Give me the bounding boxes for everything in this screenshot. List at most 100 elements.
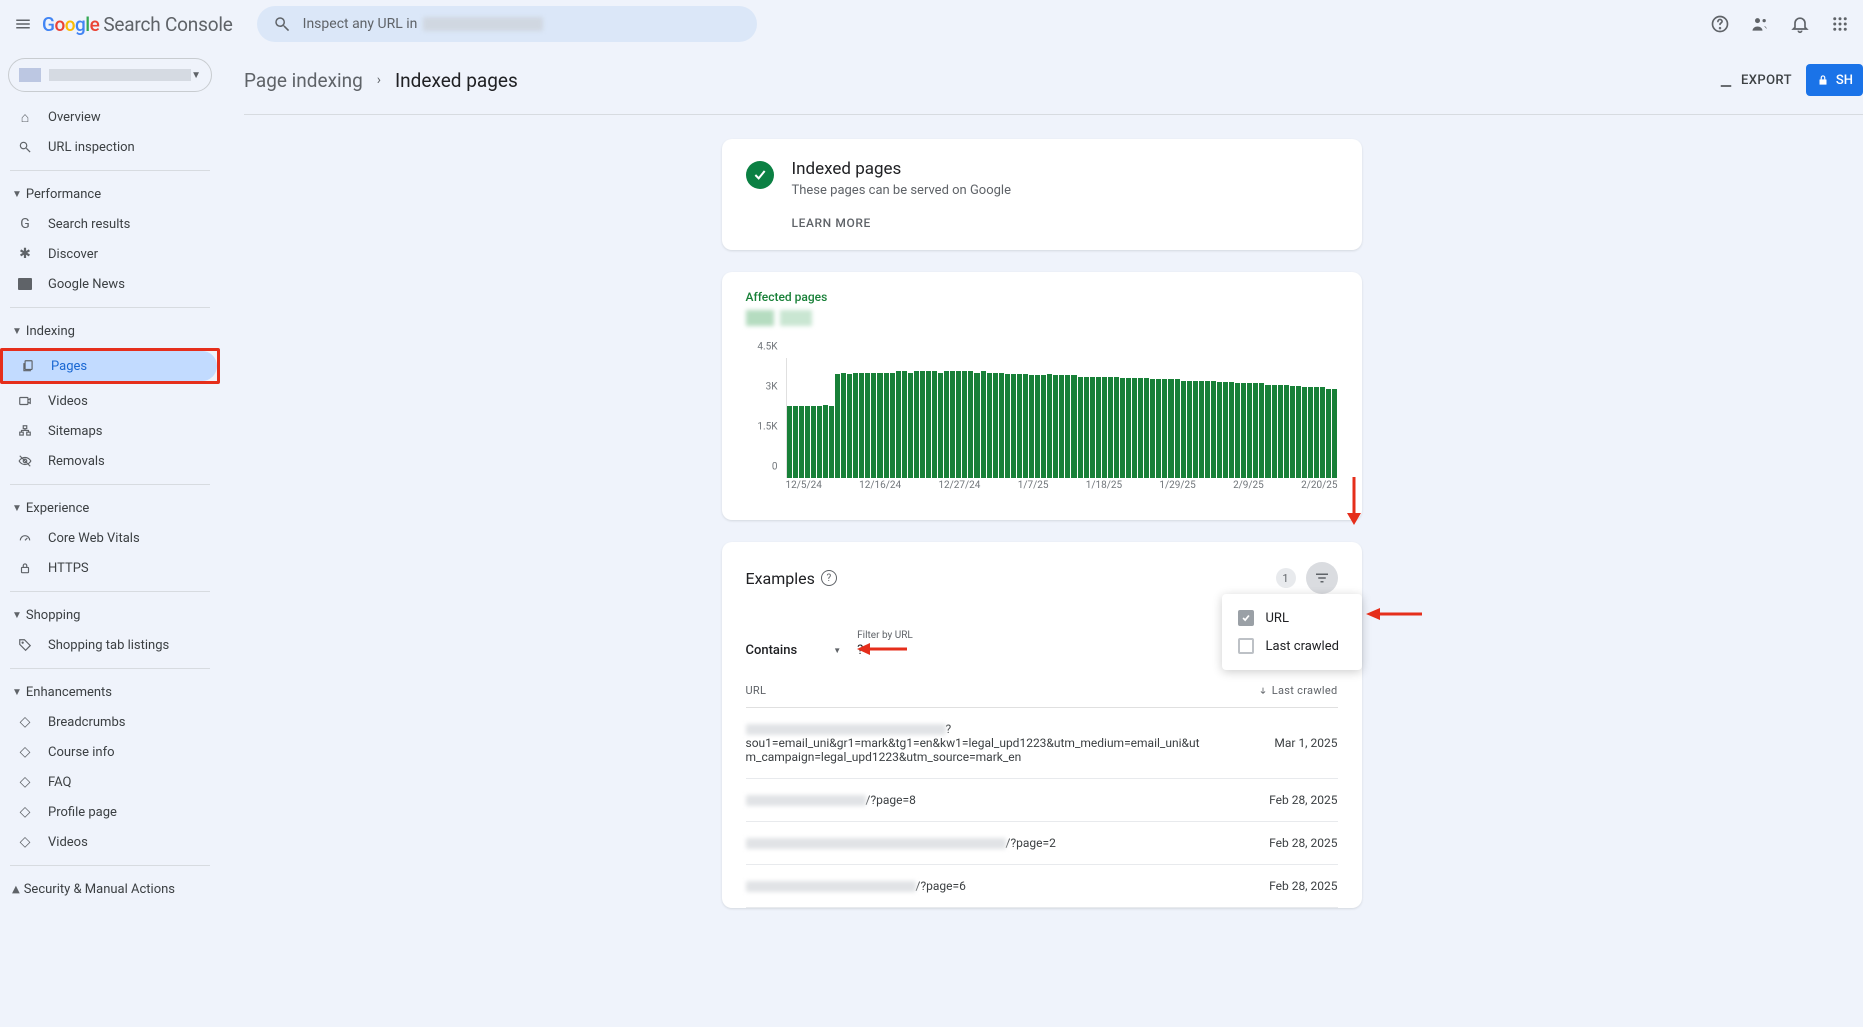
filter-option-url[interactable]: URL — [1222, 604, 1362, 632]
chart-bar[interactable] — [926, 371, 931, 478]
chart-bar[interactable] — [938, 373, 943, 478]
chart-bar[interactable] — [999, 373, 1004, 478]
chart-bar[interactable] — [908, 373, 913, 478]
sidebar-item-removals[interactable]: Removals — [0, 446, 220, 476]
sidebar-item-url-inspection[interactable]: URL inspection — [0, 132, 220, 162]
product-logo[interactable]: Google Search Console — [42, 13, 233, 36]
chart-bar[interactable] — [1096, 377, 1101, 478]
chart-bar[interactable] — [1290, 386, 1295, 478]
chart-bar[interactable] — [799, 406, 804, 478]
chart-bar[interactable] — [1308, 387, 1313, 478]
sidebar-item-videos[interactable]: Videos — [0, 386, 220, 416]
chart-bar[interactable] — [1272, 385, 1277, 478]
col-url[interactable]: URL — [746, 684, 767, 697]
chart-bar[interactable] — [1108, 377, 1113, 478]
chart-bar[interactable] — [841, 373, 846, 478]
sidebar-group-enhancements[interactable]: ▼Enhancements — [0, 677, 220, 707]
chart-bar[interactable] — [993, 373, 998, 478]
chart-bar[interactable] — [1332, 389, 1337, 478]
share-button[interactable]: SH — [1806, 64, 1863, 96]
filter-url-input[interactable]: Filter by URL ? — [857, 630, 913, 658]
sidebar-item-overview[interactable]: ⌂Overview — [0, 102, 220, 132]
chart-bar[interactable] — [968, 371, 973, 478]
chart-bar[interactable] — [1114, 377, 1119, 478]
chart-bar[interactable] — [974, 373, 979, 478]
sidebar-group-performance[interactable]: ▼Performance — [0, 179, 220, 209]
chart-bar[interactable] — [932, 371, 937, 478]
col-last-crawled[interactable]: Last crawled — [1258, 684, 1338, 697]
chart-bar[interactable] — [1065, 375, 1070, 478]
export-button[interactable]: EXPORT — [1717, 71, 1792, 89]
sidebar-item-enh-videos[interactable]: ◇Videos — [0, 827, 220, 857]
chart-bar[interactable] — [1259, 383, 1264, 478]
chart-bar[interactable] — [787, 406, 792, 478]
chart-bar[interactable] — [1035, 375, 1040, 478]
chart-bar[interactable] — [1247, 383, 1252, 478]
chart-bar[interactable] — [1005, 374, 1010, 478]
chart-bar[interactable] — [805, 406, 810, 478]
chart-bar[interactable] — [1265, 385, 1270, 478]
chart-bar[interactable] — [871, 373, 876, 478]
chart-bar[interactable] — [914, 371, 919, 478]
chart-bar[interactable] — [1047, 374, 1052, 478]
chart-bar[interactable] — [1059, 375, 1064, 478]
chart-bar[interactable] — [1041, 375, 1046, 478]
sidebar-item-faq[interactable]: ◇FAQ — [0, 767, 220, 797]
table-row[interactable]: /?page=2Feb 28, 2025 — [746, 822, 1338, 865]
chart-bar[interactable] — [1296, 386, 1301, 478]
chart-bar[interactable] — [1162, 379, 1167, 478]
chart-bar[interactable] — [1314, 387, 1319, 478]
sidebar-item-google-news[interactable]: Google News — [0, 269, 220, 299]
chart-bar[interactable] — [1217, 382, 1222, 478]
chart-bar[interactable] — [1302, 387, 1307, 478]
chart-bar[interactable] — [1168, 379, 1173, 478]
chart-bar[interactable] — [981, 371, 986, 478]
chart-bar[interactable] — [1235, 383, 1240, 478]
sidebar-item-profile-page[interactable]: ◇Profile page — [0, 797, 220, 827]
chart-plot[interactable]: 4.5K3K1.5K0 12/5/2412/16/2412/27/241/7/2… — [746, 358, 1338, 498]
chart-bar[interactable] — [987, 373, 992, 478]
chart-bar[interactable] — [859, 373, 864, 478]
sidebar-group-shopping[interactable]: ▼Shopping — [0, 600, 220, 630]
learn-more-link[interactable]: LEARN MORE — [792, 216, 1338, 230]
chart-bar[interactable] — [1320, 387, 1325, 478]
sidebar-item-pages[interactable]: Pages — [3, 351, 217, 381]
chart-bar[interactable] — [1126, 378, 1131, 478]
filter-contains-dropdown[interactable]: Contains ▼ — [746, 643, 842, 658]
chart-bar[interactable] — [920, 371, 925, 478]
chart-bar[interactable] — [1023, 374, 1028, 478]
chart-bar[interactable] — [902, 371, 907, 478]
sidebar-item-cwv[interactable]: Core Web Vitals — [0, 523, 220, 553]
sidebar-item-course-info[interactable]: ◇Course info — [0, 737, 220, 767]
chart-bar[interactable] — [847, 374, 852, 478]
hamburger-icon[interactable] — [12, 13, 34, 35]
help-icon[interactable] — [1709, 13, 1731, 35]
chart-bar[interactable] — [1156, 379, 1161, 478]
sidebar-item-shopping-tab[interactable]: Shopping tab listings — [0, 630, 220, 660]
chart-bar[interactable] — [829, 406, 834, 478]
chart-bar[interactable] — [1084, 377, 1089, 478]
sidebar-item-sitemaps[interactable]: Sitemaps — [0, 416, 220, 446]
sidebar-item-discover[interactable]: ✱Discover — [0, 239, 220, 269]
chart-bar[interactable] — [956, 371, 961, 478]
chart-bar[interactable] — [1205, 381, 1210, 478]
table-row[interactable]: ?sou1=email_uni&gr1=mark&tg1=en&kw1=lega… — [746, 708, 1338, 779]
chart-bar[interactable] — [1211, 381, 1216, 478]
chart-bar[interactable] — [835, 374, 840, 478]
sidebar-group-indexing[interactable]: ▼Indexing — [0, 316, 220, 346]
chart-bar[interactable] — [1229, 382, 1234, 478]
inspect-url-search[interactable]: Inspect any URL in — [257, 6, 757, 42]
chart-bar[interactable] — [823, 405, 828, 478]
chart-bar[interactable] — [865, 373, 870, 478]
chart-bar[interactable] — [1150, 379, 1155, 478]
chart-bar[interactable] — [1132, 378, 1137, 478]
filter-button[interactable] — [1306, 562, 1338, 594]
sidebar-group-experience[interactable]: ▼Experience — [0, 493, 220, 523]
breadcrumb-parent[interactable]: Page indexing — [244, 69, 363, 92]
chart-bar[interactable] — [817, 406, 822, 478]
chart-bar[interactable] — [1029, 375, 1034, 478]
chart-bar[interactable] — [1071, 375, 1076, 478]
sidebar-item-search-results[interactable]: GSearch results — [0, 209, 220, 239]
apps-icon[interactable] — [1829, 13, 1851, 35]
chart-bar[interactable] — [1326, 389, 1331, 478]
